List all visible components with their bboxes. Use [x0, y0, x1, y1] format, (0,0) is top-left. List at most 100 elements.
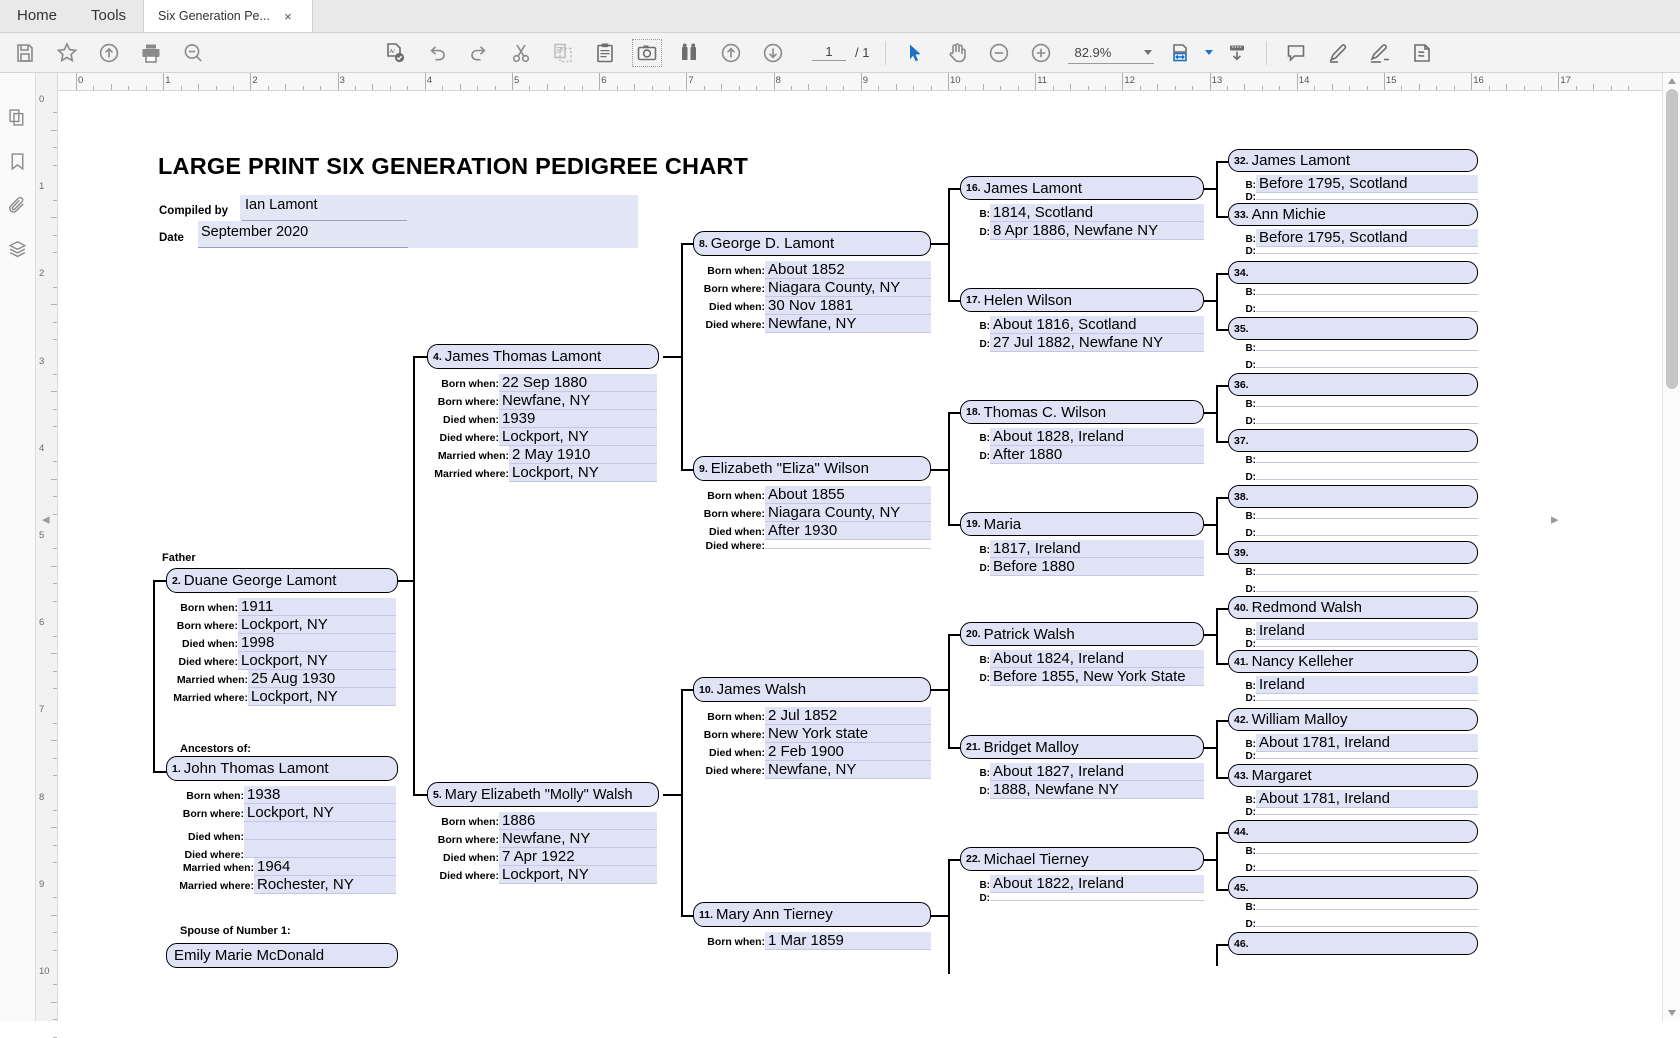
death-value[interactable]	[1256, 199, 1478, 200]
death-value[interactable]: 1888, Newfane NY	[990, 781, 1204, 799]
page-thumbnails-icon[interactable]	[0, 95, 36, 139]
signature-icon[interactable]	[1359, 33, 1401, 73]
birth-value[interactable]	[1256, 518, 1478, 519]
sign-document-icon[interactable]: A/	[374, 33, 416, 73]
person-name-field[interactable]: 8. George D. Lamont	[693, 231, 931, 256]
person-name-field[interactable]: 2. Duane George Lamont	[166, 568, 398, 593]
person-name-field[interactable]: 36.	[1228, 373, 1478, 396]
married-where-value[interactable]: Lockport, NY	[248, 688, 396, 706]
document-canvas[interactable]: LARGE PRINT SIX GENERATION PEDIGREE CHAR…	[58, 91, 1662, 1021]
born-where-value[interactable]: Lockport, NY	[244, 804, 396, 822]
born-where-value[interactable]: New York state	[765, 725, 931, 743]
person-name-field[interactable]: 37.	[1228, 429, 1478, 452]
tools-tab[interactable]: Tools	[74, 0, 143, 32]
person-name-field[interactable]: 19. Maria	[960, 512, 1204, 536]
scroll-down-icon[interactable]	[1663, 1005, 1680, 1021]
born-when-value[interactable]: About 1855	[765, 486, 931, 504]
copy-icon[interactable]	[542, 33, 584, 73]
print-icon[interactable]	[130, 33, 172, 73]
birth-value[interactable]	[1256, 350, 1478, 351]
compare-icon[interactable]	[668, 33, 710, 73]
person-name-field[interactable]: 39.	[1228, 541, 1478, 564]
death-value[interactable]	[1256, 758, 1478, 759]
birth-value[interactable]	[1256, 574, 1478, 575]
person-name-field[interactable]: 5. Mary Elizabeth "Molly" Walsh	[427, 782, 659, 807]
died-when-value[interactable]: 2 Feb 1900	[765, 743, 931, 761]
person-name-field[interactable]: 40. Redmond Walsh	[1228, 596, 1478, 619]
death-value[interactable]: Before 1855, New York State	[990, 668, 1204, 686]
home-tab[interactable]: Home	[0, 0, 74, 32]
birth-value[interactable]	[1256, 909, 1478, 910]
birth-value[interactable]: About 1781, Ireland	[1256, 734, 1478, 752]
scroll-mode-icon[interactable]	[1216, 33, 1258, 73]
spouse-name-field[interactable]: Emily Marie McDonald	[166, 943, 398, 968]
save-icon[interactable]	[4, 33, 46, 73]
born-where-value[interactable]: Newfane, NY	[499, 830, 657, 848]
cut-icon[interactable]	[500, 33, 542, 73]
stamp-icon[interactable]	[1401, 33, 1443, 73]
birth-value[interactable]: About 1816, Scotland	[990, 316, 1204, 334]
married-when-value[interactable]: 25 Aug 1930	[248, 670, 396, 688]
upload-cloud-icon[interactable]	[88, 33, 130, 73]
born-when-value[interactable]: 1 Mar 1859	[765, 932, 931, 950]
person-name-field[interactable]: 34.	[1228, 261, 1478, 284]
birth-value[interactable]: About 1822, Ireland	[990, 875, 1204, 893]
died-when-value[interactable]: 7 Apr 1922	[499, 848, 657, 866]
died-where-value[interactable]	[244, 840, 396, 858]
born-when-value[interactable]: About 1852	[765, 261, 931, 279]
died-when-value[interactable]: 1998	[238, 634, 396, 652]
vertical-scrollbar[interactable]	[1662, 73, 1680, 1021]
next-page-chevron-icon[interactable]: ▸	[1551, 510, 1559, 528]
fit-width-icon[interactable]	[1160, 33, 1202, 73]
document-tab[interactable]: Six Generation Pe... ×	[143, 0, 313, 32]
zoom-level-selector[interactable]: 82.9%	[1068, 42, 1154, 64]
compiled-by-value[interactable]: Ian Lamont	[245, 197, 318, 213]
person-name-field[interactable]: 10. James Walsh	[693, 677, 931, 702]
death-value[interactable]	[1256, 926, 1478, 927]
person-name-field[interactable]: 42. William Malloy	[1228, 708, 1478, 731]
birth-value[interactable]	[1256, 406, 1478, 407]
died-where-value[interactable]: Newfane, NY	[765, 761, 931, 779]
death-value[interactable]	[1256, 591, 1478, 592]
birth-value[interactable]: About 1781, Ireland	[1256, 790, 1478, 808]
died-when-value[interactable]	[244, 822, 396, 840]
paste-icon[interactable]	[584, 33, 626, 73]
death-value[interactable]	[1256, 870, 1478, 871]
death-value[interactable]	[1256, 479, 1478, 480]
married-where-value[interactable]: Rochester, NY	[254, 876, 396, 894]
redo-icon[interactable]	[458, 33, 500, 73]
died-where-value[interactable]: Lockport, NY	[238, 652, 396, 670]
person-name-field[interactable]: 9. Elizabeth "Eliza" Wilson	[693, 456, 931, 481]
born-when-value[interactable]: 1911	[238, 598, 396, 616]
death-value[interactable]	[1256, 646, 1478, 647]
person-name-field[interactable]: 22. Michael Tierney	[960, 847, 1204, 871]
chevron-down-icon[interactable]	[1202, 33, 1216, 73]
death-value[interactable]	[1256, 367, 1478, 368]
died-when-value[interactable]: 30 Nov 1881	[765, 297, 931, 315]
born-when-value[interactable]: 22 Sep 1880	[499, 374, 657, 392]
zoom-out-icon[interactable]	[978, 33, 1020, 73]
birth-value[interactable]: Before 1795, Scotland	[1256, 229, 1478, 247]
close-icon[interactable]: ×	[280, 9, 296, 24]
search-icon[interactable]	[172, 33, 214, 73]
birth-value[interactable]: About 1827, Ireland	[990, 763, 1204, 781]
person-name-field[interactable]: 44.	[1228, 820, 1478, 843]
death-value[interactable]	[1256, 311, 1478, 312]
death-value[interactable]	[1256, 535, 1478, 536]
died-where-value[interactable]	[765, 548, 931, 549]
death-value[interactable]: After 1880	[990, 446, 1204, 464]
person-name-field[interactable]: 18. Thomas C. Wilson	[960, 400, 1204, 424]
previous-page-chevron-icon[interactable]: ◂	[42, 510, 50, 528]
born-where-value[interactable]: Newfane, NY	[499, 392, 657, 410]
previous-page-icon[interactable]	[710, 33, 752, 73]
person-name-field[interactable]: 45.	[1228, 876, 1478, 899]
person-name-field[interactable]: 38.	[1228, 485, 1478, 508]
died-when-value[interactable]: After 1930	[765, 522, 931, 540]
death-value[interactable]	[990, 900, 1204, 901]
layers-icon[interactable]	[0, 227, 36, 271]
person-name-field[interactable]: 11. Mary Ann Tierney	[693, 902, 931, 927]
death-value[interactable]: 27 Jul 1882, Newfane NY	[990, 334, 1204, 352]
married-when-value[interactable]: 2 May 1910	[509, 446, 657, 464]
person-name-field[interactable]: 46.	[1228, 932, 1478, 955]
person-name-field[interactable]: 1. John Thomas Lamont	[166, 756, 398, 781]
